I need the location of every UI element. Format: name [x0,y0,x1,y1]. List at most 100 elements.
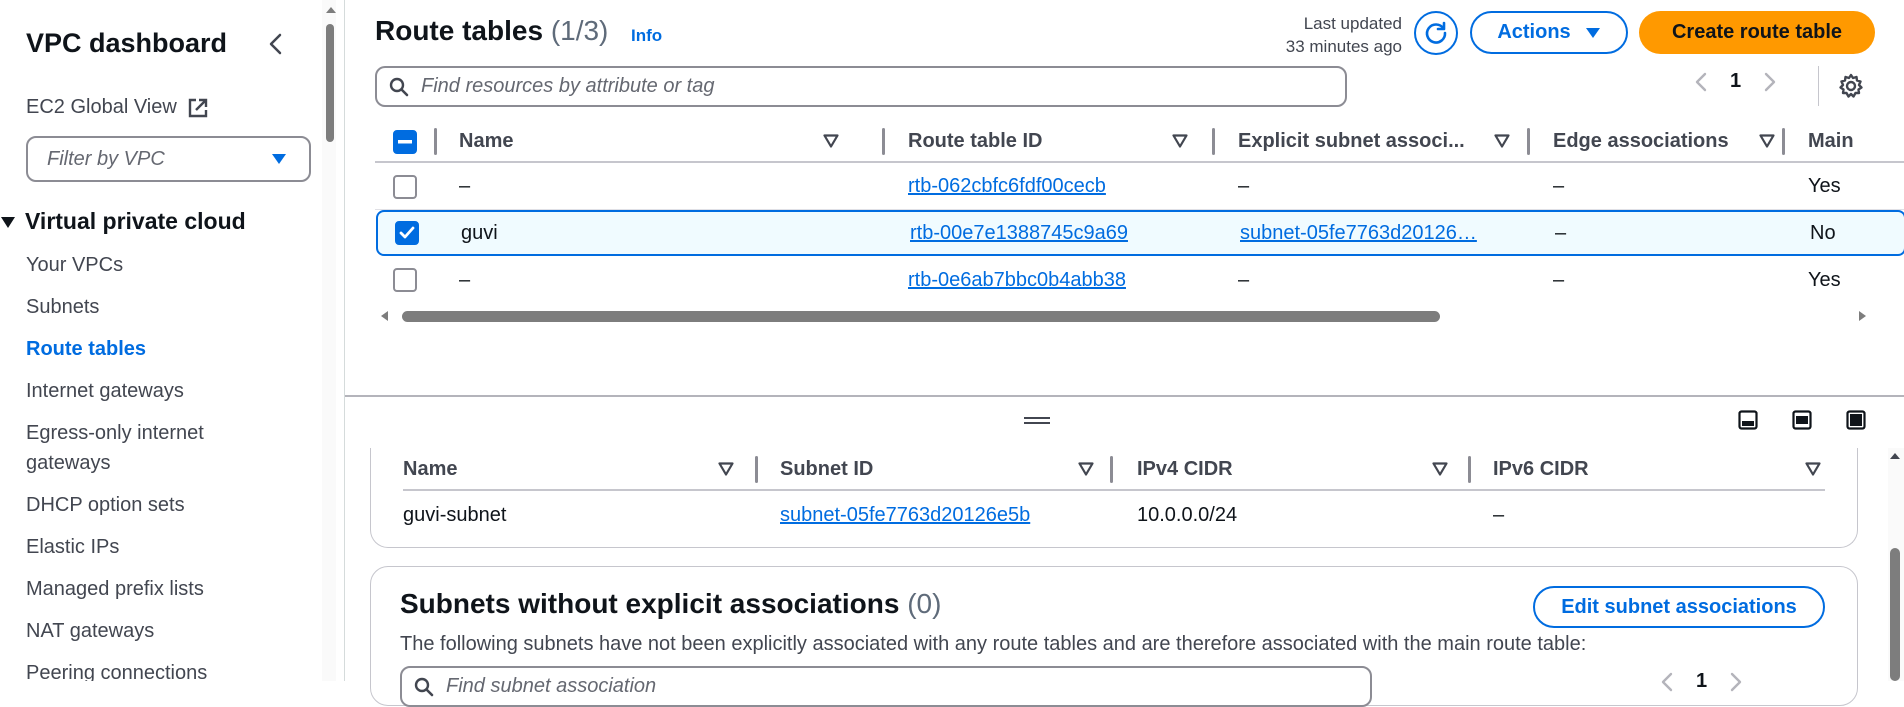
sidebar-item-subnets[interactable]: Subnets [26,292,99,322]
table-row: guvi-subnet subnet-05fe7763d20126e5b 10.… [403,492,1825,538]
filter-by-vpc-placeholder: Filter by VPC [47,147,165,170]
search-input[interactable]: Find resources by attribute or tag [375,66,1347,107]
ec2-global-view-link[interactable]: EC2 Global View [26,96,209,119]
sort-icon [1078,462,1094,476]
filter-by-vpc-select[interactable]: Filter by VPC [26,136,311,182]
next-page-icon[interactable] [1729,671,1743,693]
card-description: The following subnets have not been expl… [400,633,1587,655]
column-divider[interactable] [1468,456,1471,483]
column-header-explicit-subnet-associations[interactable]: Explicit subnet associ... [1238,120,1538,163]
subnet-association-search-input[interactable]: Find subnet association [400,666,1372,707]
sidebar-item-egress-only-internet-gateways-line2[interactable]: gateways [26,448,111,478]
sort-icon [718,462,734,476]
row-checkbox[interactable] [393,268,417,292]
column-divider[interactable] [882,128,885,155]
table-row-selected[interactable]: guvi rtb-00e7e1388745c9a69 subnet-05fe77… [376,210,1904,256]
sort-icon [1172,134,1188,148]
route-table-id-link[interactable]: rtb-0e6ab7bbc0b4abb38 [908,269,1126,292]
card-title-text: Subnets without explicit associations [400,588,900,619]
route-table-id-link[interactable]: rtb-062cbfc6fdf00cecb [908,175,1106,198]
create-route-table-button[interactable]: Create route table [1639,11,1875,54]
column-divider[interactable] [1782,128,1785,155]
page-number[interactable]: 1 [1696,670,1707,693]
scroll-up-arrow-icon[interactable] [1889,452,1901,460]
column-header-main[interactable]: Main [1808,120,1854,163]
cell-main: Yes [1808,175,1841,197]
horizontal-scrollbar-thumb[interactable] [402,311,1440,322]
column-header-route-table-id[interactable]: Route table ID [908,120,1208,163]
scroll-right-arrow-icon[interactable] [1858,310,1867,322]
subnet-id-link[interactable]: subnet-05fe7763d20126e5b [780,504,1030,527]
row-checkbox[interactable] [393,174,417,199]
collapse-sidebar-icon[interactable] [264,30,288,58]
column-header-label: Explicit subnet associ... [1238,130,1465,152]
column-header-subnet-id[interactable]: Subnet ID [780,448,1120,491]
edit-subnet-associations-button[interactable]: Edit subnet associations [1533,586,1825,628]
column-header-label: Main [1808,130,1854,152]
table-row[interactable]: – rtb-062cbfc6fdf00cecb – – Yes [375,164,1904,210]
cell-name: guvi [461,221,498,244]
last-updated-label: Last updated [1303,14,1402,33]
panel-bottom-icon[interactable] [1738,410,1758,430]
scroll-left-arrow-icon[interactable] [380,310,389,322]
row-checkbox[interactable] [395,221,419,245]
column-header-label: Name [403,458,458,480]
info-link[interactable]: Info [631,26,662,46]
virtual-private-cloud-section[interactable]: Virtual private cloud [0,208,246,235]
actions-label: Actions [1497,21,1571,43]
refresh-button[interactable] [1414,11,1458,55]
column-header-ipv4-cidr[interactable]: IPv4 CIDR [1137,448,1477,491]
preferences-gear-icon[interactable] [1837,72,1865,100]
column-header-label: Route table ID [908,130,1043,152]
cell-name: guvi-subnet [403,503,507,526]
sidebar-item-dhcp-option-sets[interactable]: DHCP option sets [26,490,185,520]
sort-icon [1805,462,1821,476]
column-header-name[interactable]: Name [459,120,859,163]
column-header-label: Name [459,130,514,152]
table-row[interactable]: – rtb-0e6ab7bbc0b4abb38 – – Yes [375,257,1904,303]
caret-down-icon [0,215,16,229]
select-all-checkbox[interactable] [393,129,417,154]
sidebar-item-managed-prefix-lists[interactable]: Managed prefix lists [26,574,204,604]
sidebar-item-nat-gateways[interactable]: NAT gateways [26,616,154,646]
sidebar-scrollbar-thumb[interactable] [326,24,334,142]
sidebar-item-route-tables[interactable]: Route tables [26,334,146,364]
cell-subnet-id: subnet-05fe7763d20126e5b [780,492,1030,538]
sidebar-item-internet-gateways[interactable]: Internet gateways [26,376,184,406]
split-panel-position-controls [1738,410,1866,430]
panel-side-icon[interactable] [1792,410,1812,430]
resize-handle-icon[interactable] [1024,417,1050,426]
search-icon [414,677,434,697]
column-divider[interactable] [1527,128,1530,155]
cell-explicit-subnet: – [1238,175,1250,197]
column-divider[interactable] [1110,456,1113,483]
column-header-label: IPv6 CIDR [1493,458,1589,480]
scroll-up-arrow-icon[interactable] [325,6,337,14]
sidebar-item-egress-only-internet-gateways[interactable]: Egress-only internet [26,418,204,448]
panel-full-icon[interactable] [1846,410,1866,430]
column-header-name[interactable]: Name [403,448,743,491]
route-table-id-link[interactable]: rtb-00e7e1388745c9a69 [910,222,1128,245]
sidebar-item-elastic-ips[interactable]: Elastic IPs [26,532,119,562]
caret-down-icon [1585,27,1601,39]
cell-main: No [1810,221,1836,244]
split-panel-scrollbar-thumb[interactable] [1890,548,1900,681]
previous-page-icon[interactable] [1694,71,1708,93]
column-header-ipv6-cidr[interactable]: IPv6 CIDR [1493,448,1823,491]
cell-explicit-subnet: – [1238,268,1250,291]
sidebar-item-peering-connections[interactable]: Peering connections [26,658,207,681]
column-header-edge-associations[interactable]: Edge associations [1553,120,1793,163]
actions-button[interactable]: Actions [1470,11,1628,54]
cell-ipv4-cidr: 10.0.0.0/24 [1137,503,1238,526]
column-divider[interactable] [434,128,437,155]
cell-edge-associations: – [1555,221,1567,244]
ec2-global-view-label: EC2 Global View [26,96,177,118]
previous-page-icon[interactable] [1660,671,1674,693]
page-number[interactable]: 1 [1730,70,1741,93]
next-page-icon[interactable] [1763,71,1777,93]
column-divider[interactable] [755,456,758,483]
explicit-subnet-link[interactable]: subnet-05fe7763d20126… [1240,222,1477,245]
page-title: Route tables (1/3) [375,15,608,47]
column-divider[interactable] [1212,128,1215,155]
sidebar-item-your-vpcs[interactable]: Your VPCs [26,250,123,280]
